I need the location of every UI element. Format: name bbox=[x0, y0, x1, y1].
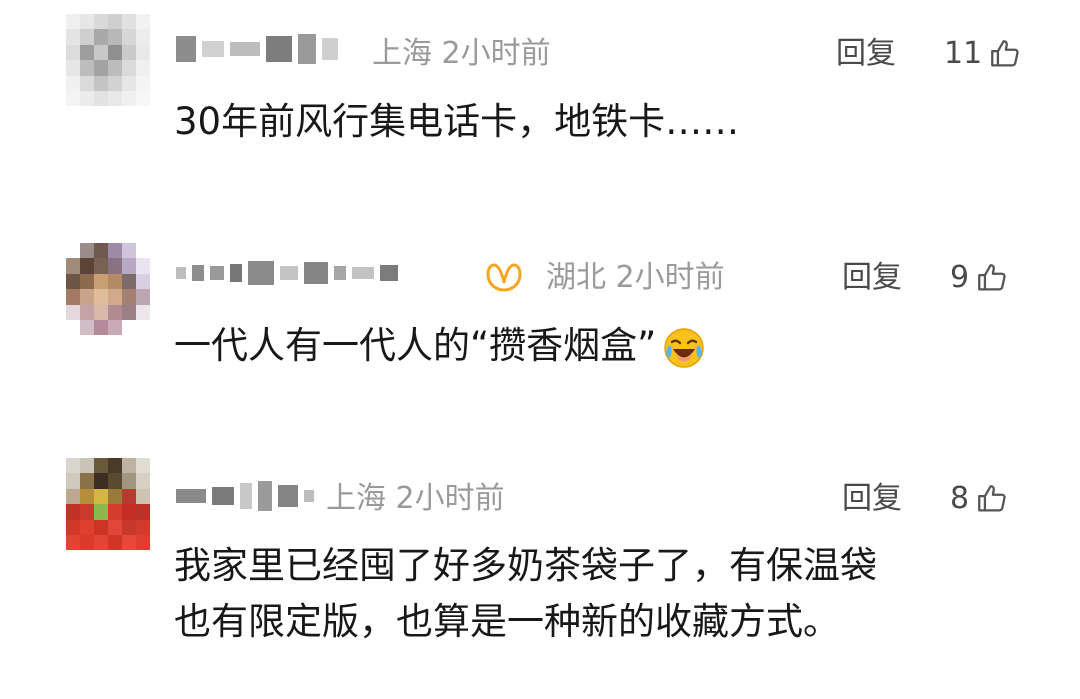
username-redacted[interactable] bbox=[176, 478, 314, 514]
avatar[interactable] bbox=[66, 458, 150, 550]
thumbs-up-icon bbox=[991, 40, 1019, 67]
comment-meta: 湖北 2小时前 bbox=[546, 258, 725, 298]
comment-text-content: 一代人有一代人的“攒香烟盒” bbox=[174, 324, 657, 367]
like-button[interactable]: 11 bbox=[944, 34, 1022, 74]
comment-time: 2小时前 bbox=[441, 36, 551, 71]
laughing-crying-emoji bbox=[664, 327, 705, 368]
reply-button[interactable]: 回复 bbox=[842, 479, 902, 519]
butterfly-badge-icon[interactable] bbox=[484, 260, 524, 296]
avatar[interactable] bbox=[66, 14, 150, 106]
comment-text-line: 30年前风行集电话卡，地铁卡…… bbox=[174, 100, 740, 143]
comment-location: 上海 bbox=[326, 481, 386, 516]
comment-meta: 上海 2小时前 bbox=[372, 34, 551, 74]
avatar[interactable] bbox=[66, 243, 150, 335]
comment-meta: 上海 2小时前 bbox=[326, 479, 505, 519]
reply-button[interactable]: 回复 bbox=[836, 34, 896, 74]
comment-text: 我家里已经囤了好多奶茶袋子了，有保温袋 也有限定版，也算是一种新的收藏方式。 bbox=[174, 538, 877, 650]
comment-text-line: 也有限定版，也算是一种新的收藏方式。 bbox=[174, 600, 840, 643]
like-button[interactable]: 8 bbox=[950, 479, 1009, 519]
reply-button[interactable]: 回复 bbox=[842, 258, 902, 298]
comment-location: 上海 bbox=[372, 36, 432, 71]
thumbs-up-icon bbox=[978, 485, 1006, 512]
comment-time: 2小时前 bbox=[395, 481, 505, 516]
comment-text: 一代人有一代人的“攒香烟盒” bbox=[174, 318, 706, 374]
username-redacted[interactable] bbox=[176, 32, 338, 66]
comment-time: 2小时前 bbox=[615, 260, 725, 295]
like-count: 9 bbox=[950, 260, 970, 295]
username-redacted[interactable] bbox=[176, 258, 398, 288]
like-count: 8 bbox=[950, 481, 970, 516]
like-button[interactable]: 9 bbox=[950, 258, 1009, 298]
comment-location: 湖北 bbox=[546, 260, 606, 295]
thumbs-up-icon bbox=[978, 264, 1006, 291]
comment-text-line: 我家里已经囤了好多奶茶袋子了，有保温袋 bbox=[174, 544, 877, 587]
comment-text: 30年前风行集电话卡，地铁卡…… bbox=[174, 94, 739, 150]
like-count: 11 bbox=[944, 36, 983, 71]
comment-text-line: 一代人有一代人的“攒香烟盒” bbox=[174, 318, 706, 374]
